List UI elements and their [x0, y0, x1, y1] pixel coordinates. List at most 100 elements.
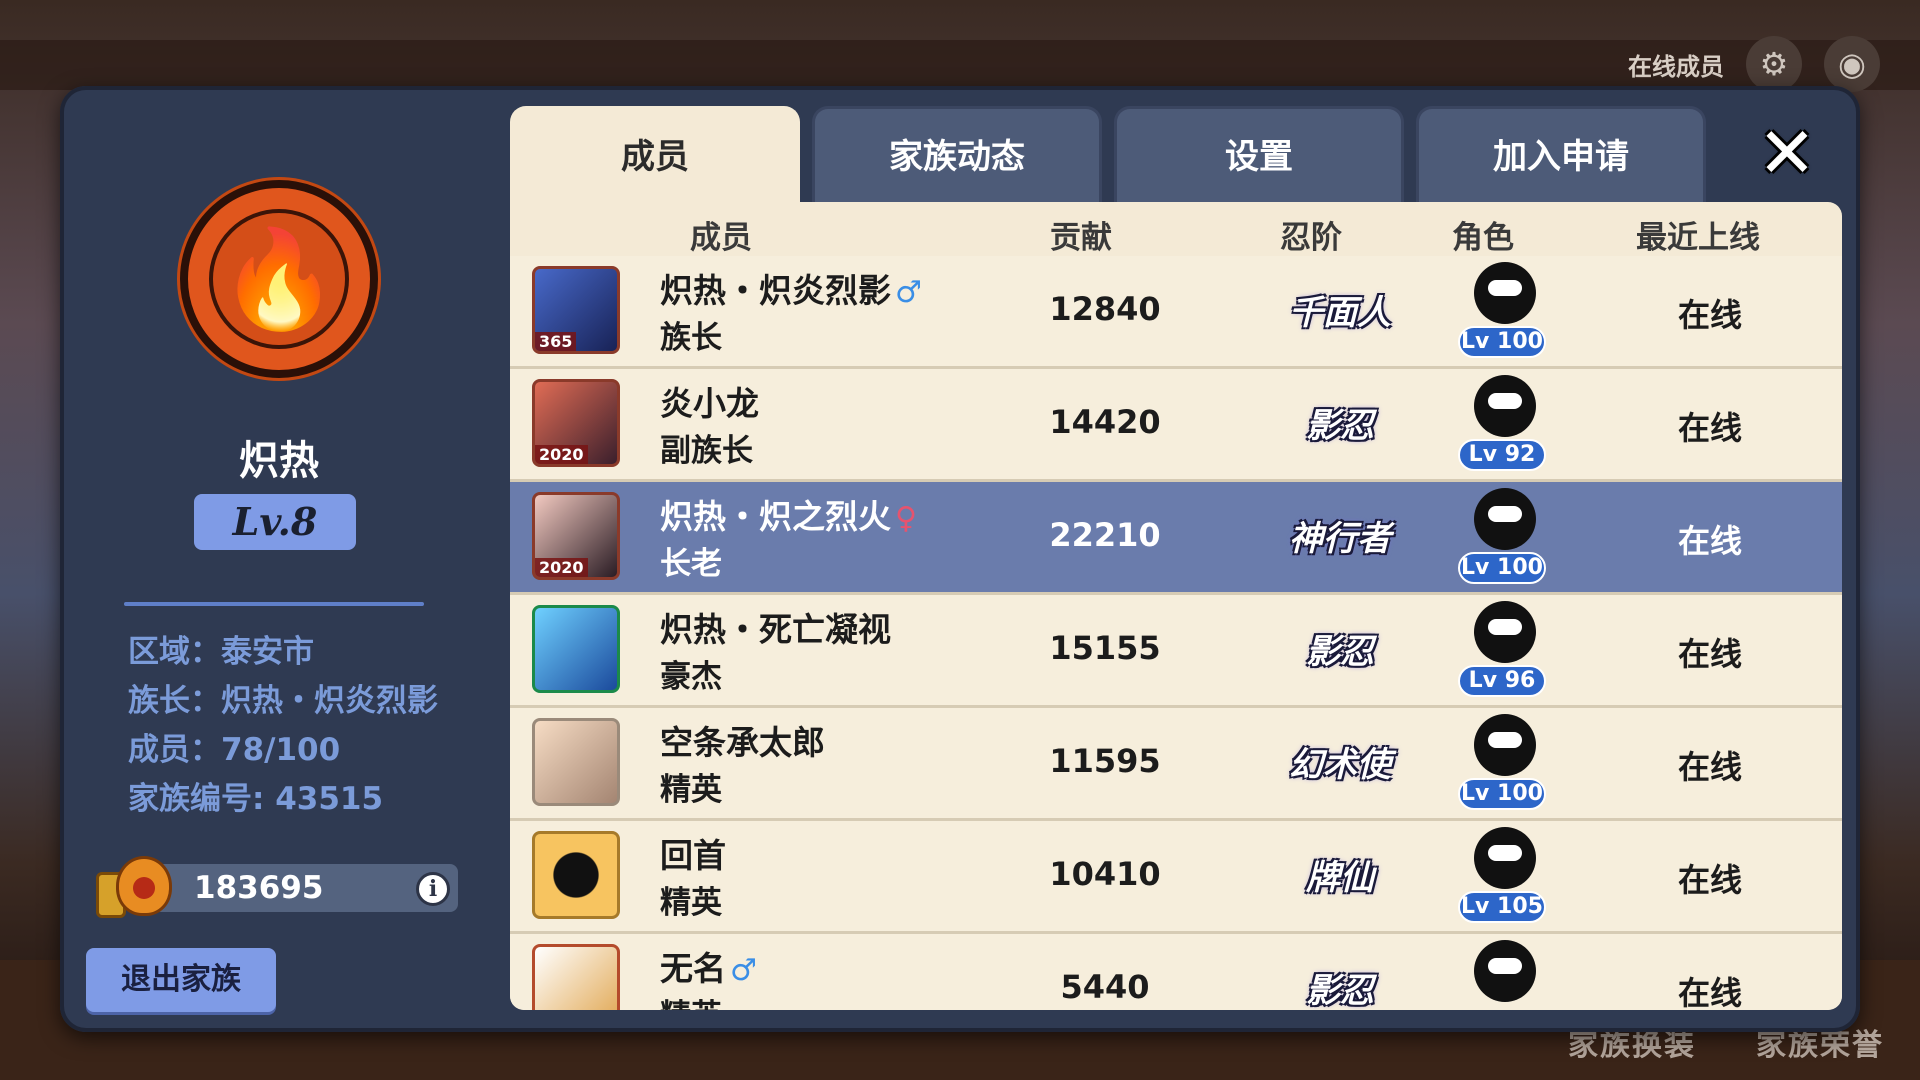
clan-leader: 族长：炽热・炽炎烈影	[128, 683, 438, 719]
female-icon: ♀	[895, 501, 917, 536]
funds-value: 183695	[194, 870, 324, 906]
avatar-tag: 2020	[535, 445, 588, 464]
male-icon: ♂	[895, 275, 922, 310]
table-row[interactable]: 炽热・死亡凝视 豪杰 15155 影忍 Lv 96 在线	[510, 595, 1842, 708]
avatar-tag: 2020	[535, 558, 588, 577]
clan-region: 区域：泰安市	[128, 634, 314, 670]
tab-bar: 成员 家族动态 设置 加入申请	[510, 106, 1706, 202]
character-avatar: Lv 100	[1452, 262, 1552, 362]
tab-settings[interactable]: 设置	[1114, 106, 1404, 202]
member-name-text: 炽热・炽之烈火	[660, 497, 891, 536]
header-contribution: 贡献	[1050, 220, 1112, 256]
leave-clan-button[interactable]: 退出家族	[86, 948, 276, 1012]
eye-icon[interactable]: ◉	[1824, 36, 1880, 92]
avatar[interactable]: 365	[532, 266, 620, 354]
avatar[interactable]	[532, 831, 620, 919]
character-avatar: Lv 100	[1452, 488, 1552, 588]
table-row[interactable]: 空条承太郎 精英 11595 幻术使 Lv 100 在线	[510, 708, 1842, 821]
bag-icon	[116, 856, 172, 916]
rank-badge: 幻术使	[1289, 745, 1391, 785]
tab-join-requests[interactable]: 加入申请	[1416, 106, 1706, 202]
member-contribution: 12840	[1049, 290, 1161, 328]
gear-icon[interactable]: ⚙	[1746, 36, 1802, 92]
member-name-text: 炽热・炽炎烈影	[660, 271, 891, 310]
character-level: Lv 100	[1458, 326, 1546, 358]
last-online: 在线	[1677, 522, 1742, 560]
flame-icon: 🔥	[209, 209, 349, 349]
avatar[interactable]	[532, 944, 620, 1010]
rank-badge: 牌仙	[1306, 858, 1374, 898]
member-contribution: 22210	[1049, 516, 1161, 554]
header-last-online: 最近上线	[1636, 220, 1760, 256]
member-name: 炽热・炽炎烈影 ♂	[660, 264, 922, 312]
character-avatar: Lv 96	[1452, 601, 1552, 701]
list-header: 成员 贡献 忍阶 角色 最近上线	[510, 202, 1842, 262]
member-name: 炽热・炽之烈火 ♀	[660, 490, 917, 538]
character-avatar: Lv 105	[1452, 827, 1552, 927]
member-rows: 365 炽热・炽炎烈影 ♂ 族长 12840 千面人 Lv 100 在线 2020…	[510, 256, 1842, 1010]
last-online: 在线	[1677, 409, 1742, 447]
money-bag-icon	[96, 852, 176, 922]
ninja-head-icon	[1474, 488, 1536, 550]
member-list: 成员 贡献 忍阶 角色 最近上线 365 炽热・炽炎烈影 ♂ 族长 12840 千…	[510, 202, 1842, 1010]
ninja-head-icon	[1474, 262, 1536, 324]
header-rank: 忍阶	[1280, 220, 1342, 256]
character-level: Lv 105	[1458, 891, 1546, 923]
table-row[interactable]: 2020 炎小龙 副族长 14420 影忍 Lv 92 在线	[510, 369, 1842, 482]
member-role: 副族长	[660, 433, 753, 469]
member-contribution: 5440	[1060, 968, 1150, 1006]
character-avatar: Lv 100	[1452, 714, 1552, 814]
member-name: 无名 ♂	[660, 942, 757, 990]
table-row-selected[interactable]: 2020 炽热・炽之烈火 ♀ 长老 22210 神行者 Lv 100 在线	[510, 482, 1842, 595]
last-online: 在线	[1677, 748, 1742, 786]
member-role: 豪杰	[660, 659, 722, 695]
tab-clan-activity[interactable]: 家族动态	[812, 106, 1102, 202]
avatar[interactable]	[532, 605, 620, 693]
ninja-head-icon	[1474, 375, 1536, 437]
last-online: 在线	[1677, 861, 1742, 899]
rank-badge: 神行者	[1289, 519, 1391, 559]
online-members-label[interactable]: 在线成员	[1628, 47, 1724, 82]
header-character: 角色	[1452, 220, 1514, 256]
member-contribution: 11595	[1049, 742, 1161, 780]
table-row[interactable]: 回首 精英 10410 牌仙 Lv 105 在线	[510, 821, 1842, 934]
clan-emblem: 🔥	[180, 180, 378, 378]
last-online: 在线	[1677, 296, 1742, 334]
character-avatar	[1452, 940, 1552, 1010]
member-name: 空条承太郎	[660, 723, 825, 762]
character-level: Lv 100	[1458, 552, 1546, 584]
member-role: 精英	[660, 772, 722, 808]
ninja-head-icon	[1474, 714, 1536, 776]
member-name: 炽热・死亡凝视	[660, 610, 891, 649]
clan-name: 炽热	[239, 438, 319, 484]
clan-member-count: 成员：78/100	[128, 732, 341, 768]
ninja-head-icon	[1474, 601, 1536, 663]
male-icon: ♂	[730, 953, 757, 988]
rank-badge: 影忍	[1306, 632, 1374, 672]
character-level: Lv 100	[1458, 778, 1546, 810]
member-contribution: 10410	[1049, 855, 1161, 893]
table-row[interactable]: 无名♂ 精英 5440 影忍 在线	[510, 934, 1842, 1010]
tab-members[interactable]: 成员	[510, 106, 800, 202]
member-role: 精英	[660, 990, 722, 1010]
clan-funds: 183695 i	[96, 856, 458, 918]
clan-info-list: 区域：泰安市 族长：炽热・炽炎烈影 成员：78/100 家族编号: 43515	[128, 628, 438, 824]
info-icon[interactable]: i	[416, 872, 450, 906]
avatar[interactable]	[532, 718, 620, 806]
clan-level-badge: Lv.8	[194, 494, 356, 550]
member-name: 炎小龙	[660, 384, 759, 423]
avatar[interactable]: 2020	[532, 492, 620, 580]
ninja-head-icon	[1474, 940, 1536, 1002]
last-online: 在线	[1677, 635, 1742, 673]
avatar[interactable]: 2020	[532, 379, 620, 467]
character-level: Lv 96	[1458, 665, 1546, 697]
rank-badge: 千面人	[1289, 293, 1391, 333]
avatar-tag: 365	[535, 332, 577, 351]
close-icon[interactable]: ✕	[1752, 118, 1822, 188]
ninja-head-icon	[1474, 827, 1536, 889]
character-avatar: Lv 92	[1452, 375, 1552, 475]
member-name-text: 无名	[660, 949, 726, 988]
table-row[interactable]: 365 炽热・炽炎烈影 ♂ 族长 12840 千面人 Lv 100 在线	[510, 256, 1842, 369]
rank-badge: 影忍	[1306, 406, 1374, 446]
divider	[124, 602, 424, 606]
